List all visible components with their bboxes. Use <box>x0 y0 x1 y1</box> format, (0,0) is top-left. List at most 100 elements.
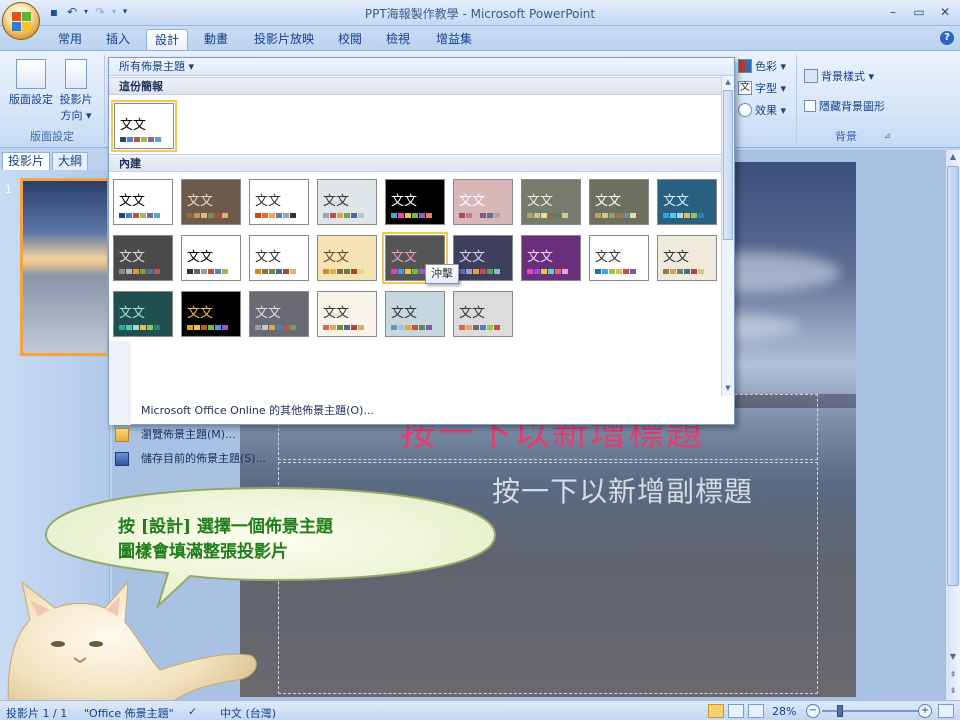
theme-color-swatches <box>595 269 636 274</box>
slide-sorter-button[interactable] <box>728 704 744 718</box>
theme-thumbnail-text: 文文 <box>119 250 146 265</box>
gallery-scroll-down-icon[interactable]: ▼ <box>722 382 734 394</box>
theme-color-swatches <box>459 269 500 274</box>
slide-thumbnail[interactable] <box>20 178 110 356</box>
theme-colors-button[interactable]: 色彩 ▾ <box>738 57 786 75</box>
theme-thumbnail-text: 文文 <box>459 194 486 209</box>
background-styles-label: 背景樣式 ▾ <box>821 70 875 83</box>
theme-thumbnail[interactable]: 文文 <box>113 235 173 281</box>
gallery-scrollbar[interactable]: ▲ ▼ <box>721 76 734 396</box>
zoom-out-button[interactable]: − <box>806 704 820 718</box>
tab-addins[interactable]: 增益集 <box>428 29 480 50</box>
theme-color-swatches <box>255 325 296 330</box>
theme-thumbnail[interactable]: 文文 <box>249 291 309 337</box>
tab-slideshow[interactable]: 投影片放映 <box>246 29 322 50</box>
language-icon: ✓ <box>188 705 198 718</box>
theme-thumbnail-text: 文文 <box>527 250 554 265</box>
vertical-scrollbar[interactable]: ▲ ▼ ⇞ ⇟ <box>945 150 960 700</box>
theme-thumbnail-text: 文文 <box>391 250 418 265</box>
close-button[interactable]: ✕ <box>934 3 956 21</box>
theme-thumbnail[interactable]: 文文 <box>657 235 717 281</box>
help-icon[interactable]: ? <box>940 31 954 45</box>
tab-home[interactable]: 常用 <box>50 29 90 50</box>
tab-review[interactable]: 校閱 <box>330 29 370 50</box>
theme-thumbnail[interactable]: 文文 <box>521 179 581 225</box>
theme-thumbnail[interactable]: 文文 <box>317 291 377 337</box>
theme-thumbnail[interactable]: 文文 <box>317 179 377 225</box>
theme-thumbnail-text: 文文 <box>119 306 146 321</box>
theme-color-swatches <box>323 325 364 330</box>
tab-outline[interactable]: 大綱 <box>52 152 89 170</box>
theme-thumbnail[interactable]: 文文 <box>453 235 513 281</box>
theme-color-swatches <box>459 213 500 218</box>
save-current-theme-item[interactable]: 儲存目前的佈景主題(S)... <box>109 448 734 470</box>
theme-thumbnail[interactable]: 文文 <box>453 179 513 225</box>
theme-thumbnail[interactable]: 文文 <box>589 179 649 225</box>
theme-thumbnail[interactable]: 文文 <box>181 235 241 281</box>
scrollbar-thumb[interactable] <box>947 166 959 586</box>
theme-thumbnail-text: 文文 <box>323 306 350 321</box>
ribbon-tabs: 常用 插入 設計 動畫 投影片放映 校閱 檢視 增益集 ? <box>0 26 960 50</box>
slideshow-view-button[interactable] <box>748 704 764 718</box>
theme-thumbnail[interactable]: 文文 <box>453 291 513 337</box>
theme-name[interactable]: "Office 佈景主題" <box>84 705 174 720</box>
theme-color-swatches <box>187 269 228 274</box>
theme-thumbnail[interactable]: 文文 <box>113 291 173 337</box>
more-themes-online-item[interactable]: Microsoft Office Online 的其他佈景主題(O)... <box>109 400 734 422</box>
theme-thumbnail-text: 文文 <box>255 194 282 209</box>
normal-view-button[interactable] <box>708 704 724 718</box>
slide-subtitle-text[interactable]: 按一下以新增副標題 <box>492 470 753 510</box>
theme-color-swatches <box>119 213 160 218</box>
zoom-slider-knob[interactable] <box>837 705 843 717</box>
theme-thumbnail[interactable]: 文文 <box>317 235 377 281</box>
page-setup-button[interactable]: 版面設定 <box>8 59 54 107</box>
tab-view[interactable]: 檢視 <box>378 29 418 50</box>
tab-animation[interactable]: 動畫 <box>196 29 236 50</box>
tab-insert[interactable]: 插入 <box>98 29 138 50</box>
hide-background-checkbox[interactable]: 隱藏背景圖形 <box>804 97 885 115</box>
browse-themes-item[interactable]: 瀏覽佈景主題(M)... <box>109 424 734 446</box>
theme-thumbnail-text: 文文 <box>187 194 214 209</box>
theme-thumbnail[interactable]: 文文 <box>113 179 173 225</box>
theme-thumbnail[interactable]: 文文 <box>589 235 649 281</box>
previous-slide-icon[interactable]: ⇞ <box>946 668 960 682</box>
theme-color-swatches <box>663 269 704 274</box>
theme-thumbnail[interactable]: 文文 <box>385 179 445 225</box>
callout-line-2: 圖樣會填滿整張投影片 <box>118 542 288 562</box>
language[interactable]: 中文 (台灣) <box>220 705 276 720</box>
office-button[interactable] <box>2 2 40 40</box>
slide-orientation-button[interactable]: 投影片 方向 ▾ <box>54 59 98 123</box>
tab-slides[interactable]: 投影片 <box>2 152 51 170</box>
theme-color-swatches <box>119 269 160 274</box>
theme-thumbnail[interactable]: 文文 <box>249 235 309 281</box>
theme-thumbnail-text: 文文 <box>391 306 418 321</box>
scroll-up-icon[interactable]: ▲ <box>946 150 960 164</box>
theme-thumbnail[interactable]: 文文 <box>181 291 241 337</box>
theme-effects-button[interactable]: 效果 ▾ <box>738 101 786 119</box>
theme-thumbnail-text: 文文 <box>255 250 282 265</box>
zoom-in-button[interactable]: + <box>918 704 932 718</box>
dialog-launcher-icon[interactable]: ⊿ <box>884 131 891 140</box>
maximize-button[interactable]: ▭ <box>908 3 930 21</box>
zoom-level[interactable]: 28% <box>772 705 796 718</box>
background-styles-button[interactable]: 背景樣式 ▾ <box>804 67 874 85</box>
scroll-down-icon[interactable]: ▼ <box>946 650 960 664</box>
theme-thumbnail[interactable]: 文文 <box>249 179 309 225</box>
theme-thumbnail[interactable]: 文文 <box>385 291 445 337</box>
theme-thumbnail[interactable]: 文文 <box>521 235 581 281</box>
theme-color-swatches <box>119 325 160 330</box>
theme-thumbnail[interactable]: 文文 <box>657 179 717 225</box>
theme-fonts-label: 字型 ▾ <box>755 82 787 95</box>
fit-to-window-button[interactable] <box>938 704 954 718</box>
theme-fonts-button[interactable]: 文 字型 ▾ <box>738 79 786 97</box>
next-slide-icon[interactable]: ⇟ <box>946 684 960 698</box>
save-current-theme-label: 儲存目前的佈景主題(S)... <box>141 452 267 465</box>
tab-design[interactable]: 設計 <box>146 29 189 50</box>
minimize-button[interactable]: – <box>882 3 904 21</box>
gallery-scroll-up-icon[interactable]: ▲ <box>722 76 734 88</box>
theme-thumbnail-text: 文文 <box>187 250 214 265</box>
theme-thumbnail[interactable]: 文文 <box>181 179 241 225</box>
gallery-scroll-thumb[interactable] <box>723 90 733 240</box>
theme-current[interactable]: 文文 <box>111 100 177 152</box>
all-themes-header[interactable]: 所有佈景主題 ▾ <box>109 58 734 76</box>
